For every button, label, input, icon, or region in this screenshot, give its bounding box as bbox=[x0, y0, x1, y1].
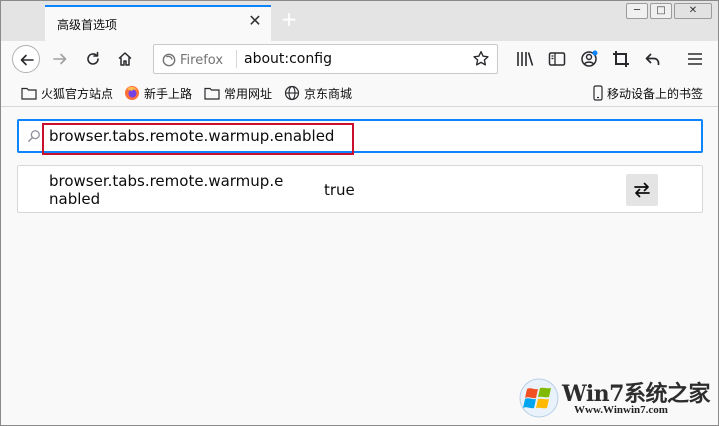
preference-value: true bbox=[324, 181, 355, 199]
firefox-logo-icon bbox=[162, 53, 176, 67]
library-icon bbox=[517, 52, 534, 66]
preference-search-input[interactable]: browser.tabs.remote.warmup.enabled bbox=[17, 119, 703, 155]
watermark-url: Www.Winwin7.com bbox=[574, 404, 668, 416]
account-icon bbox=[581, 50, 598, 67]
close-window-button[interactable]: ✕ bbox=[674, 3, 712, 19]
url-bar[interactable]: Firefox about:config bbox=[153, 44, 498, 74]
sidebar-button[interactable] bbox=[547, 49, 567, 69]
sidebar-icon bbox=[548, 52, 566, 66]
bookmark-jd-mall[interactable]: 京东商城 bbox=[284, 85, 352, 101]
windows-logo-icon bbox=[519, 378, 559, 418]
minimize-icon: ─ bbox=[633, 5, 641, 16]
library-button[interactable] bbox=[515, 49, 535, 69]
site-watermark: Win7系统之家 Www.Winwin7.com bbox=[518, 375, 712, 421]
back-arrow-icon bbox=[20, 54, 34, 66]
firefox-icon bbox=[125, 86, 139, 100]
forward-button[interactable] bbox=[46, 45, 74, 73]
home-button[interactable] bbox=[111, 45, 139, 73]
mobile-icon bbox=[593, 85, 603, 101]
page-content: browser.tabs.remote.warmup.enabled brows… bbox=[1, 107, 718, 425]
bookmark-common-sites[interactable]: 常用网址 bbox=[204, 85, 272, 101]
tab-strip: 高级首选项 ✕ + ─ □ ✕ bbox=[1, 1, 718, 41]
identity-box[interactable]: Firefox bbox=[162, 51, 223, 69]
bookmark-label: 火狐官方站点 bbox=[41, 86, 114, 101]
tab-advanced-preferences[interactable]: 高级首选项 ✕ bbox=[45, 5, 271, 41]
bookmark-firefox-official[interactable]: 火狐官方站点 bbox=[21, 85, 113, 101]
search-value: browser.tabs.remote.warmup.enabled bbox=[49, 127, 335, 145]
bookmarks-toolbar: 火狐官方站点 新手上路 常用网址 京东商城 移动设备上的书签 bbox=[1, 79, 718, 107]
window-controls: ─ □ ✕ bbox=[624, 3, 712, 19]
close-icon[interactable]: ✕ bbox=[247, 13, 263, 29]
identity-label: Firefox bbox=[180, 52, 224, 68]
browser-window: 高级首选项 ✕ + ─ □ ✕ Firefox about:config 火狐官… bbox=[0, 0, 719, 426]
toggle-button[interactable] bbox=[626, 174, 658, 206]
preference-row[interactable]: browser.tabs.remote.warmup.enabled true bbox=[17, 165, 703, 213]
globe-icon bbox=[284, 85, 300, 101]
minimize-button[interactable]: ─ bbox=[626, 3, 648, 19]
preference-name: browser.tabs.remote.warmup.enabled bbox=[49, 172, 284, 208]
back-button[interactable] bbox=[12, 45, 40, 73]
bookmark-label: 移动设备上的书签 bbox=[607, 86, 704, 101]
navigation-toolbar: Firefox about:config bbox=[1, 41, 718, 79]
maximize-icon: □ bbox=[656, 5, 666, 16]
url-separator bbox=[236, 50, 237, 68]
tab-title: 高级首选项 bbox=[57, 18, 118, 32]
undo-button[interactable] bbox=[643, 49, 663, 69]
home-icon bbox=[118, 52, 132, 66]
reload-icon bbox=[87, 51, 99, 65]
bookmark-label: 常用网址 bbox=[224, 86, 273, 101]
screenshot-button[interactable] bbox=[611, 49, 631, 69]
undo-arrow-icon bbox=[645, 53, 660, 65]
account-button[interactable] bbox=[579, 49, 599, 69]
forward-arrow-icon bbox=[53, 53, 67, 65]
maximize-button[interactable]: □ bbox=[650, 3, 672, 19]
bookmark-label: 京东商城 bbox=[304, 86, 353, 101]
toggle-arrows-icon bbox=[634, 182, 650, 198]
folder-icon bbox=[21, 87, 37, 100]
bookmark-star-icon[interactable] bbox=[472, 50, 490, 68]
folder-icon bbox=[204, 87, 220, 100]
hamburger-menu-icon bbox=[688, 53, 702, 65]
bookmark-getting-started[interactable]: 新手上路 bbox=[124, 85, 192, 101]
crop-icon bbox=[613, 51, 629, 67]
menu-button[interactable] bbox=[685, 49, 705, 69]
bookmark-label: 新手上路 bbox=[144, 86, 193, 101]
reload-button[interactable] bbox=[79, 45, 107, 73]
bookmark-mobile[interactable]: 移动设备上的书签 bbox=[593, 85, 703, 101]
url-input[interactable]: about:config bbox=[244, 51, 332, 67]
close-window-icon: ✕ bbox=[688, 5, 698, 16]
search-icon bbox=[28, 130, 40, 142]
new-tab-icon[interactable]: + bbox=[279, 9, 299, 29]
